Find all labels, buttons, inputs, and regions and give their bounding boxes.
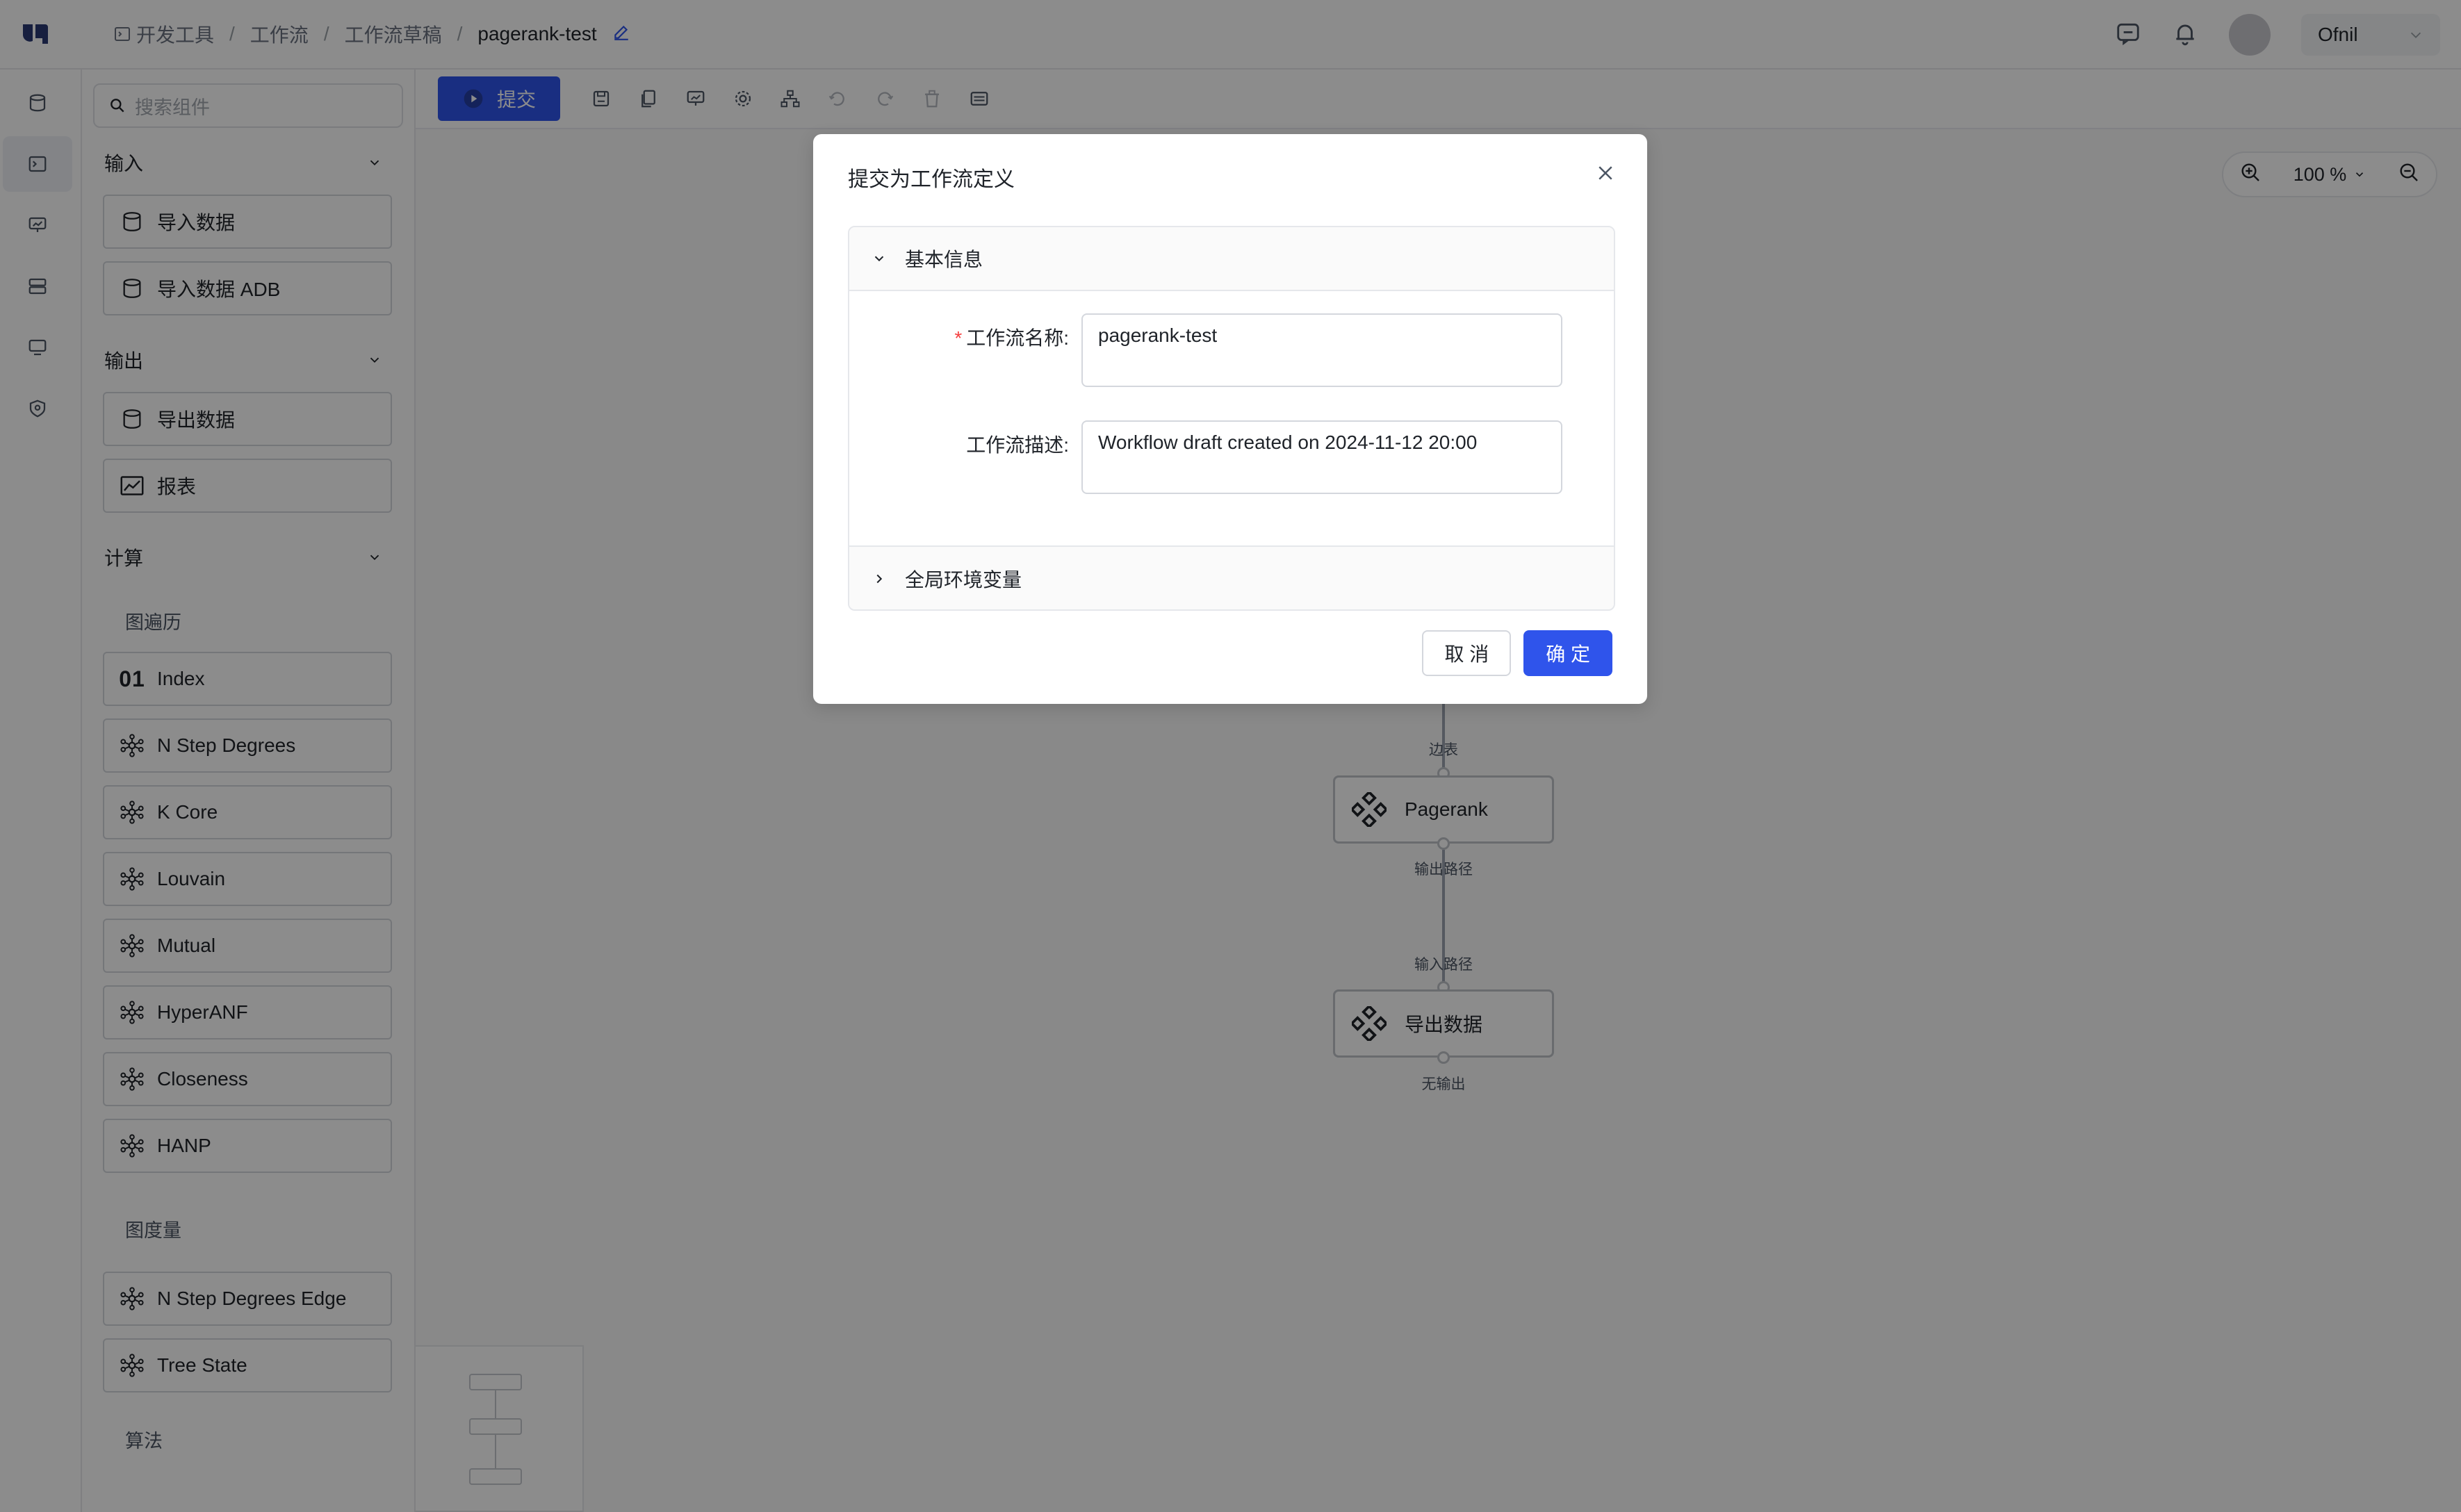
workflow-name-input[interactable]: pagerank-test [1081,313,1562,387]
section-basic-info-body: * 工作流名称: pagerank-test 工作流描述: Workflow dr… [849,291,1614,547]
workflow-description-label: 工作流描述: [966,434,1069,456]
section-global-env-header[interactable]: 全局环境变量 [849,547,1614,609]
cancel-button[interactable]: 取 消 [1422,630,1512,676]
label-text: 工作流名称: [966,327,1069,349]
submit-workflow-dialog: 提交为工作流定义 基本信息 * 工作流名称: pagerank-test 工作流… [813,134,1647,704]
workflow-name-label: * 工作流名称: [954,323,1069,351]
required-mark: * [954,327,963,349]
section-basic-info-header[interactable]: 基本信息 [849,227,1614,291]
dialog-collapse: 基本信息 * 工作流名称: pagerank-test 工作流描述: Workfl… [848,226,1615,611]
confirm-button[interactable]: 确 定 [1523,630,1612,676]
dialog-footer: 取 消 确 定 [1422,630,1612,676]
section-title: 全局环境变量 [905,569,1022,591]
close-button[interactable] [1592,159,1619,187]
chevron-right-icon [876,574,883,584]
section-title: 基本信息 [905,249,983,270]
app-root: 开发工具 / 工作流 / 工作流草稿 / pagerank-test Ofnil… [0,0,2461,1512]
dialog-title: 提交为工作流定义 [848,168,1015,191]
close-icon [1599,166,1612,180]
chevron-down-icon [874,256,884,262]
workflow-description-input[interactable]: Workflow draft created on 2024-11-12 20:… [1081,420,1562,494]
